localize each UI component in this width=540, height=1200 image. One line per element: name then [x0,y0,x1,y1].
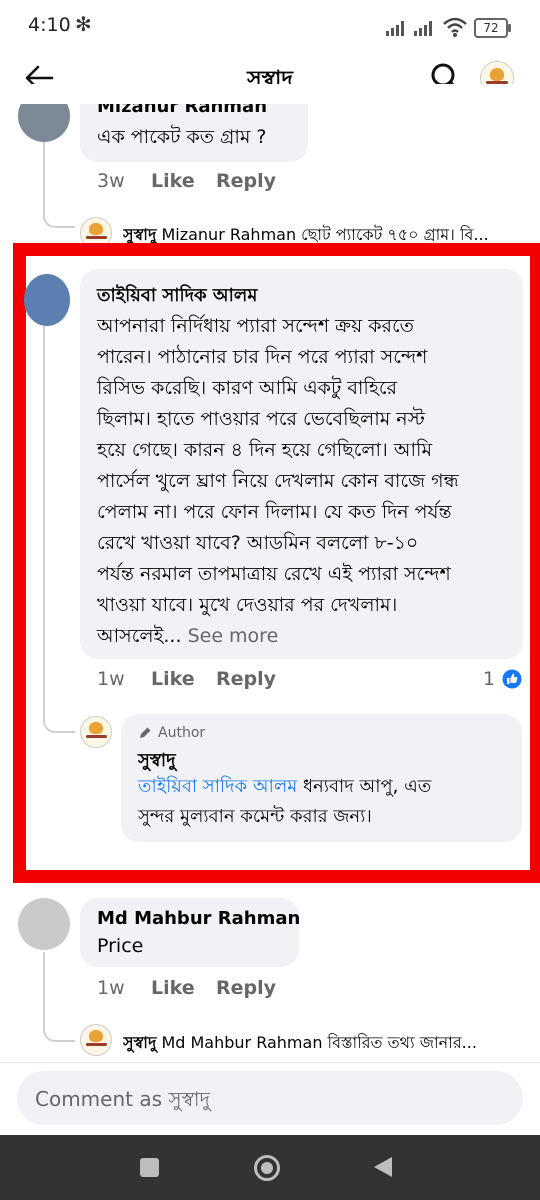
reply-button[interactable]: Reply [216,170,276,192]
mention-link[interactable]: তাইয়িবা সাদিক আলম [138,776,297,797]
like-button[interactable]: Like [151,170,195,192]
comment-input[interactable]: Comment as সুস্বাদু [17,1071,523,1125]
comment-author[interactable]: Md Mahbur Rahman [97,908,300,929]
comment-line: আসলেই... [97,625,182,647]
signal-icon [414,20,436,36]
comment-text: এক পাকেট কত গ্রাম ? [97,126,267,148]
gear-icon: ✻ [75,12,92,36]
thread-line [43,140,75,228]
reply-text-part: ধন্যবাদ আপু, এত [297,776,432,797]
reply-preview[interactable]: সুস্বাদু Md Mahbur Rahman বিস্তারিত তথ্য… [123,1030,513,1057]
reply-author[interactable]: সুস্বাদু [123,1033,156,1052]
like-button[interactable]: Like [151,668,195,690]
reply-button[interactable]: Reply [216,977,276,999]
comment-line: পর্যন্ত নরমাল তাপমাত্রায় রেখে এই প্যারা… [97,563,451,585]
pencil-icon [140,727,151,738]
comment-text: Price [97,935,144,957]
comment-author[interactable]: তাইয়িবা সাদিক আলম [97,281,257,312]
thread-line [43,952,75,1042]
comment-line: খাওয়া যাবে। মুখে দেওয়ার পর দেখলাম। [97,594,398,616]
comment-line: ছিলাম। হাতে পাওয়ার পরে ভেবেছিলাম নস্ট [97,408,425,430]
back-nav-icon[interactable] [372,1155,394,1179]
square-nav-icon[interactable] [140,1158,159,1177]
see-more-link[interactable]: See more [188,625,279,647]
comment-line: হয়ে গেছে। কারন ৪ দিন হয়ে গেছিলো। আমি [97,439,433,461]
comment-line: পারেন। পাঠানোর চার দিন পরে প্যারা সন্দেশ [97,346,428,368]
reaction-count[interactable]: 1 [483,668,495,690]
avatar[interactable] [18,898,70,950]
reply-text: Mizanur Rahman ছোট প্যাকেট ৭৫০ গ্রাম। বি… [161,225,489,244]
status-time: 4:10 [28,14,71,36]
thread-line [43,326,75,733]
reply-text: তাইয়িবা সাদিক আলম ধন্যবাদ আপু, এত সুন্দ… [138,772,518,832]
page-avatar[interactable] [80,716,112,748]
scroll-mask [0,84,540,104]
comment-line-last: আসলেই... See more [97,621,517,652]
comment-time: 1w [97,668,125,690]
home-nav-icon[interactable] [254,1155,280,1181]
like-button[interactable]: Like [151,977,195,999]
reply-author[interactable]: সুস্বাদু [123,225,156,244]
like-reaction-icon[interactable] [501,668,523,690]
comment-time: 3w [97,170,125,192]
signal-icon [386,20,408,36]
comment-line: পেলাম না। পরে ফোন দিলাম। যে কত দিন পর্যন… [97,501,452,523]
comment-line: আপনারা নির্দিধায় প্যারা সন্দেশ ক্রয় কর… [97,315,414,337]
battery-icon: 72 [474,18,511,38]
divider [0,1062,540,1063]
wifi-icon [443,17,467,37]
avatar[interactable] [24,274,70,326]
author-badge: Author [158,725,206,741]
reply-text: Md Mahbur Rahman বিস্তারিত তথ্য জানার... [161,1033,477,1052]
comment-line: পার্সেল খুলে ঘ্রাণ নিয়ে দেখলাম কোন বাজে… [97,470,459,492]
reply-button[interactable]: Reply [216,668,276,690]
comment-time: 1w [97,977,125,999]
comment-text: আপনারা নির্দিধায় প্যারা সন্দেশ ক্রয় কর… [97,311,517,652]
status-bar: 4:10 ✻ 72 [0,0,540,52]
comment-placeholder: Comment as সুস্বাদু [35,1087,211,1111]
page-avatar[interactable] [80,1024,112,1056]
system-nav-bar [0,1135,540,1200]
reply-text-part: সুন্দর মুল্যবান কমেন্ট করার জন্য। [138,806,372,827]
comment-line: রেখে খাওয়া যাবে? আডমিন বললো ৮-১০ [97,532,419,554]
comment-line: রিসিভ করেছি। কারণ আমি একটু বাহিরে [97,377,397,399]
